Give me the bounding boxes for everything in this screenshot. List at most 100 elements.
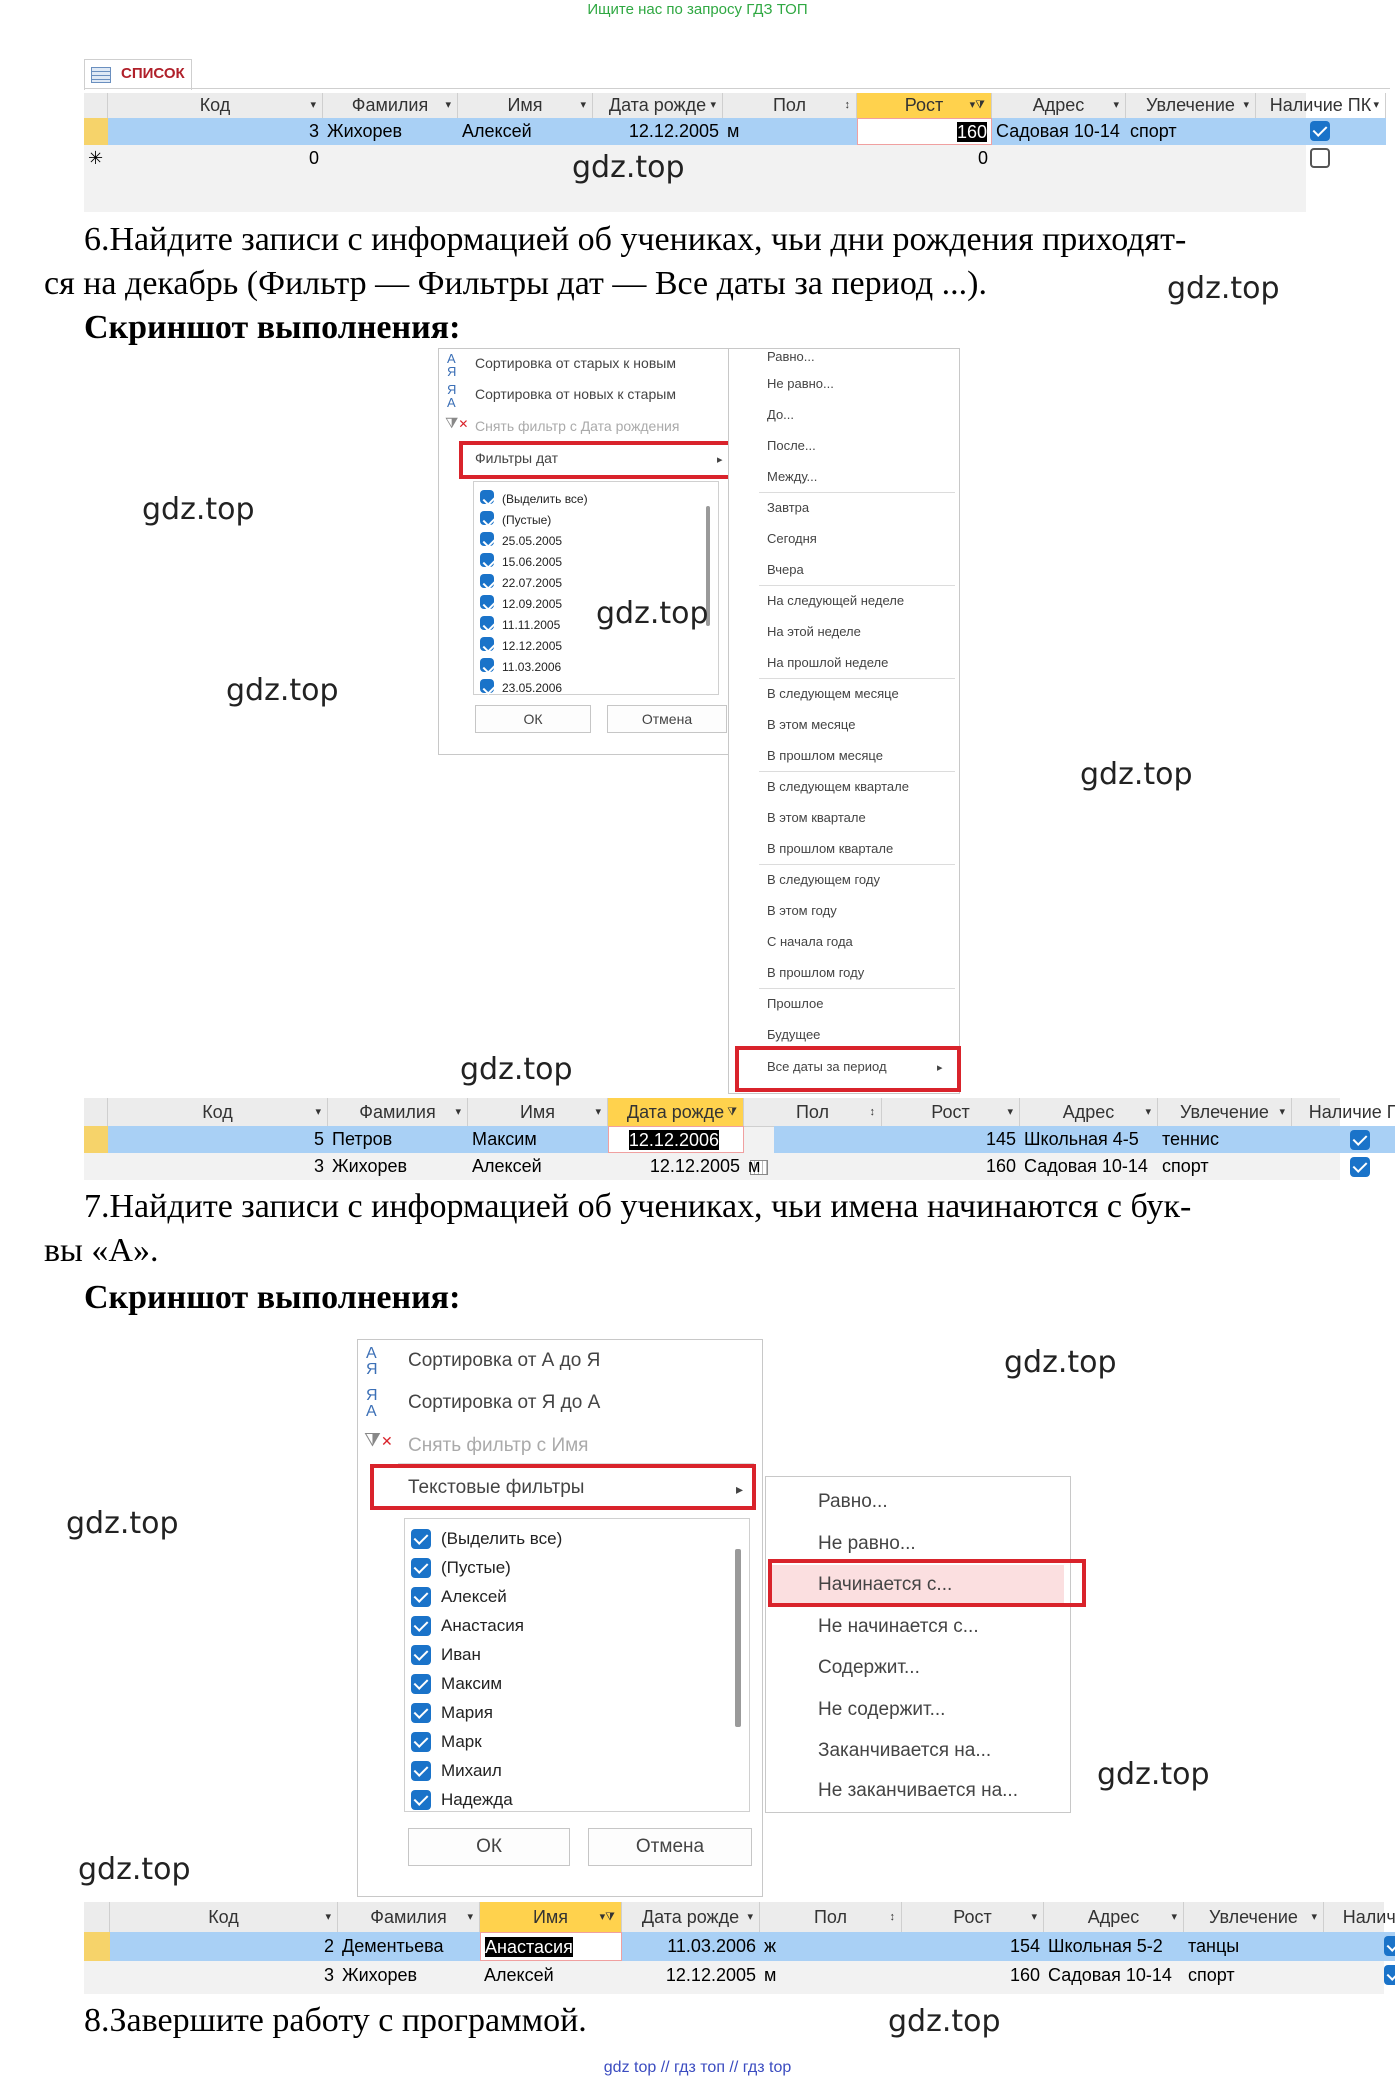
- list-item[interactable]: 11.11.2005: [480, 616, 560, 634]
- submenu-item[interactable]: В следующем квартале: [767, 779, 959, 794]
- table-row[interactable]: 2 Дементьева Анастасия 11.03.2006 ж 154 …: [84, 1932, 1395, 1961]
- list-item[interactable]: (Выделить все): [411, 1529, 562, 1549]
- table-row[interactable]: 3 Жихорев Алексей 12.12.2005 м 160 Садов…: [84, 118, 1386, 145]
- col-rost[interactable]: Рост ▾⧩: [857, 93, 992, 118]
- submenu-item[interactable]: С начала года: [767, 934, 959, 949]
- col-data[interactable]: Дата рожде ▾: [622, 1902, 760, 1932]
- footer-link[interactable]: gdz top // гдз топ // гдз top: [0, 2059, 1395, 2077]
- submenu-item[interactable]: В этом месяце: [767, 717, 959, 732]
- col-familiya[interactable]: Фамилия ▾: [338, 1902, 480, 1932]
- ok-button[interactable]: ОК: [475, 705, 591, 733]
- list-item[interactable]: Мария: [411, 1703, 493, 1723]
- menu-sort-z-a[interactable]: Сортировка от Я до А: [408, 1392, 762, 1414]
- table-row[interactable]: 5 Петров Максим 12.12.2006 145 Школьная …: [84, 1126, 1395, 1175]
- submenu-item[interactable]: В этом году: [767, 903, 959, 918]
- submenu-item[interactable]: На этой неделе: [767, 624, 959, 639]
- search-hint-link[interactable]: Ищите нас по запросу ГДЗ ТОП: [0, 1, 1395, 18]
- submenu-item[interactable]: Содержит...: [818, 1657, 1070, 1679]
- pc-checkbox[interactable]: [1350, 1130, 1370, 1150]
- submenu-item[interactable]: В этом квартале: [767, 810, 959, 825]
- scrollbar[interactable]: [735, 1549, 741, 1727]
- pc-checkbox[interactable]: [1350, 1157, 1370, 1177]
- submenu-item[interactable]: До...: [767, 407, 959, 422]
- cancel-button[interactable]: Отмена: [607, 705, 727, 733]
- list-item[interactable]: 11.03.2006: [480, 658, 561, 676]
- submenu-item[interactable]: В прошлом году: [767, 965, 959, 980]
- list-item[interactable]: Надежда: [411, 1790, 513, 1810]
- col-familiya[interactable]: Фамилия ▾: [328, 1098, 468, 1126]
- col-hobby[interactable]: Увлечение ▾: [1126, 93, 1256, 118]
- list-item[interactable]: Марк: [411, 1732, 482, 1752]
- submenu-item[interactable]: Вчера: [767, 562, 959, 577]
- submenu-item[interactable]: В прошлом квартале: [767, 841, 959, 856]
- ok-button[interactable]: ОК: [408, 1828, 570, 1866]
- list-item[interactable]: 23.05.2006: [480, 679, 562, 697]
- pc-checkbox[interactable]: [1384, 1936, 1395, 1956]
- list-item[interactable]: Иван: [411, 1645, 481, 1665]
- pc-checkbox[interactable]: [1384, 1965, 1395, 1985]
- col-pol[interactable]: Пол ↕: [744, 1098, 882, 1126]
- col-adres[interactable]: Адрес ▾: [992, 93, 1126, 118]
- submenu-item[interactable]: Между...: [767, 469, 959, 484]
- submenu-item[interactable]: Не равно...: [818, 1533, 1070, 1555]
- col-imya[interactable]: Имя ▾⧩: [480, 1902, 622, 1932]
- col-pol[interactable]: Пол ↕: [723, 93, 857, 118]
- submenu-item[interactable]: В прошлом месяце: [767, 748, 959, 763]
- list-item[interactable]: (Выделить все): [480, 490, 588, 508]
- submenu-item[interactable]: Равно...: [767, 349, 959, 364]
- col-pc[interactable]: Наличие ПК▾: [1324, 1902, 1395, 1932]
- pc-checkbox[interactable]: [1310, 121, 1330, 141]
- submenu-item[interactable]: На прошлой неделе: [767, 655, 959, 670]
- col-rost[interactable]: Рост ▾: [882, 1098, 1020, 1126]
- col-adres[interactable]: Адрес ▾: [1020, 1098, 1158, 1126]
- col-kod[interactable]: Код ▾: [110, 1902, 338, 1932]
- col-hobby[interactable]: Увлечение ▾: [1184, 1902, 1324, 1932]
- table-row[interactable]: 3 Жихорев Алексей 12.12.2005 м 160 Садов…: [84, 1153, 1370, 1180]
- table-row[interactable]: 3 Жихорев Алексей 12.12.2005 м 160 Садов…: [84, 1961, 1395, 1990]
- col-pc[interactable]: Наличие ПК▾: [1256, 93, 1386, 118]
- submenu-item[interactable]: Не содержит...: [818, 1699, 1070, 1721]
- submenu-item[interactable]: Будущее: [767, 1027, 959, 1042]
- submenu-item[interactable]: Завтра: [767, 500, 959, 515]
- col-pc[interactable]: Наличие ПК▾: [1292, 1098, 1395, 1126]
- menu-sort-a-z[interactable]: Сортировка от А до Я: [408, 1350, 762, 1372]
- submenu-item[interactable]: Не равно...: [767, 376, 959, 391]
- submenu-item[interactable]: После...: [767, 438, 959, 453]
- list-item[interactable]: Максим: [411, 1674, 502, 1694]
- list-item[interactable]: (Пустые): [480, 511, 551, 529]
- list-item[interactable]: Михаил: [411, 1761, 502, 1781]
- submenu-item[interactable]: Заканчивается на...: [818, 1740, 1070, 1762]
- list-item[interactable]: 25.05.2005: [480, 532, 562, 550]
- col-data[interactable]: Дата рожде ▾: [593, 93, 723, 118]
- submenu-item[interactable]: На следующей неделе: [767, 593, 959, 608]
- col-familiya[interactable]: Фамилия ▾: [323, 93, 458, 118]
- col-kod[interactable]: Код ▾: [108, 93, 323, 118]
- submenu-item[interactable]: В следующем году: [767, 872, 959, 887]
- list-item[interactable]: 22.07.2005: [480, 574, 562, 592]
- new-row[interactable]: ✳ 0 0: [84, 145, 1330, 172]
- col-kod[interactable]: Код ▾: [108, 1098, 328, 1126]
- submenu-item[interactable]: Прошлое: [767, 996, 959, 1011]
- submenu-item[interactable]: В следующем месяце: [767, 686, 959, 701]
- list-item[interactable]: 15.06.2005: [480, 553, 562, 571]
- list-item[interactable]: Анастасия: [411, 1616, 524, 1636]
- submenu-item[interactable]: Сегодня: [767, 531, 959, 546]
- access-tab[interactable]: список: [84, 59, 192, 90]
- pc-checkbox-empty[interactable]: [1310, 148, 1330, 168]
- submenu-item[interactable]: Не заканчивается на...: [818, 1780, 1070, 1802]
- list-item[interactable]: 12.09.2005: [480, 595, 562, 613]
- cancel-button[interactable]: Отмена: [588, 1828, 752, 1866]
- col-data[interactable]: Дата рожде ⧩: [608, 1098, 744, 1126]
- col-imya[interactable]: Имя ▾: [458, 93, 593, 118]
- col-pol[interactable]: Пол ↕: [760, 1902, 902, 1932]
- submenu-item[interactable]: Не начинается с...: [818, 1616, 1070, 1638]
- list-item[interactable]: 12.12.2005: [480, 637, 562, 655]
- submenu-item[interactable]: Равно...: [818, 1491, 1070, 1513]
- col-adres[interactable]: Адрес ▾: [1044, 1902, 1184, 1932]
- list-item[interactable]: (Пустые): [411, 1558, 511, 1578]
- menu-sort-old-new[interactable]: Сортировка от старых к новым: [475, 355, 735, 371]
- col-hobby[interactable]: Увлечение ▾: [1158, 1098, 1292, 1126]
- list-item[interactable]: Алексей: [411, 1587, 507, 1607]
- menu-sort-new-old[interactable]: Сортировка от новых к старым: [475, 386, 735, 402]
- col-rost[interactable]: Рост ▾: [902, 1902, 1044, 1932]
